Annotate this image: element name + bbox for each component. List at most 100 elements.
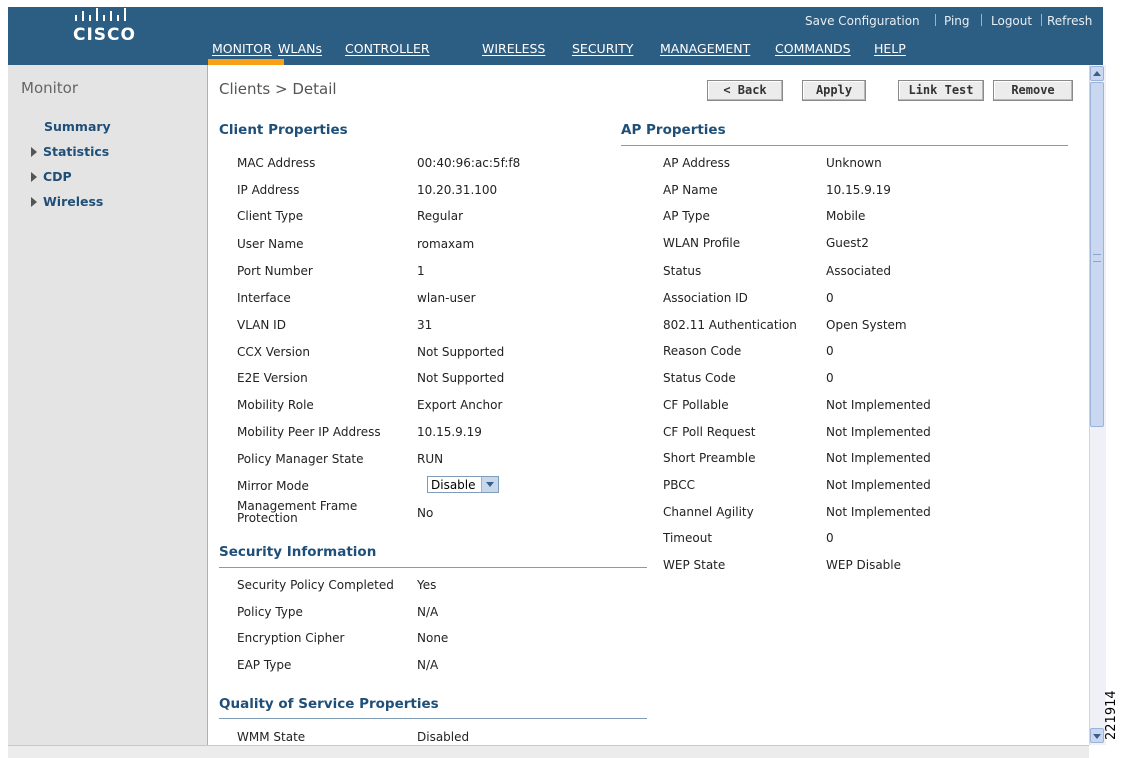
header-link-divider — [935, 14, 936, 26]
chevron-down-icon — [481, 477, 498, 492]
sidebar-item-summary[interactable]: Summary — [44, 119, 111, 134]
mirror-mode-select[interactable]: Disable — [427, 476, 499, 493]
sidebar-item-wireless[interactable]: Wireless — [31, 194, 103, 209]
figure-id: 221914 — [1104, 690, 1119, 740]
field-label: AP Address — [663, 156, 731, 170]
field-label: VLAN ID — [237, 318, 286, 332]
scroll-down-icon[interactable] — [1090, 728, 1104, 743]
field-value: Yes — [417, 578, 437, 592]
logout-link[interactable]: Logout — [991, 14, 1032, 28]
field-value: 0 — [826, 291, 834, 305]
cisco-logo: CISCO — [73, 25, 136, 45]
sidebar-item-label: CDP — [43, 169, 72, 184]
field-label: E2E Version — [237, 371, 308, 385]
field-value: wlan-user — [417, 291, 476, 305]
field-value: 10.15.9.19 — [826, 183, 891, 197]
field-value: None — [417, 631, 449, 645]
expand-arrow-icon — [31, 197, 37, 207]
header-link-divider — [981, 14, 982, 26]
active-menu-indicator — [208, 59, 284, 65]
field-value: RUN — [417, 452, 444, 466]
field-value: 0 — [826, 371, 834, 385]
link-test-button[interactable]: Link Test — [898, 80, 984, 101]
sidebar-item-statistics[interactable]: Statistics — [31, 144, 109, 159]
field-label: Client Type — [237, 209, 304, 223]
field-value: Not Implemented — [826, 425, 931, 439]
field-value: Not Implemented — [826, 398, 931, 412]
field-label: Encryption Cipher — [237, 631, 345, 645]
client-properties-heading: Client Properties — [219, 122, 348, 138]
qos-properties-heading: Quality of Service Properties — [219, 696, 439, 712]
mirror-mode-value: Disable — [431, 478, 476, 492]
browser-status-bar — [8, 745, 1089, 758]
field-label: Short Preamble — [663, 451, 756, 465]
field-value: 0 — [826, 531, 834, 545]
apply-button[interactable]: Apply — [802, 80, 866, 101]
remove-button[interactable]: Remove — [993, 80, 1073, 101]
field-value: Not Supported — [417, 345, 505, 359]
field-value: Associated — [826, 264, 892, 278]
field-label: CF Poll Request — [663, 425, 756, 439]
menu-help[interactable]: HELP — [874, 41, 906, 56]
field-value: Open System — [826, 318, 907, 332]
field-value: No — [417, 506, 434, 520]
field-label: CCX Version — [237, 345, 310, 359]
field-label: Timeout — [663, 531, 713, 545]
field-label: EAP Type — [237, 658, 292, 672]
cisco-logo-bars-icon — [75, 8, 126, 21]
menu-wlans[interactable]: WLANs — [278, 41, 322, 56]
scroll-grip-icon — [1093, 254, 1101, 262]
page-title: Clients > Detail — [219, 80, 337, 98]
field-label: CF Pollable — [663, 398, 729, 412]
ping-link[interactable]: Ping — [944, 14, 970, 28]
field-value: N/A — [417, 658, 439, 672]
field-value: Guest2 — [826, 236, 869, 250]
field-label: Channel Agility — [663, 505, 754, 519]
field-label: Status Code — [663, 371, 736, 385]
expand-arrow-icon — [31, 147, 37, 157]
ap-properties-heading: AP Properties — [621, 122, 726, 138]
menu-monitor[interactable]: MONITOR — [212, 41, 272, 56]
back-button[interactable]: < Back — [707, 80, 783, 101]
scroll-up-icon[interactable] — [1090, 66, 1104, 81]
field-label: Management Frame Protection — [237, 499, 358, 525]
section-divider — [219, 718, 647, 719]
refresh-link[interactable]: Refresh — [1047, 14, 1092, 28]
save-configuration-link[interactable]: Save Configuration — [805, 14, 920, 28]
sidebar-title: Monitor — [21, 79, 79, 97]
field-value: Disabled — [417, 730, 470, 744]
header-bar — [8, 7, 1103, 65]
section-divider — [621, 145, 1068, 146]
field-value: Export Anchor — [417, 398, 503, 412]
field-label: Status — [663, 264, 702, 278]
field-label: Security Policy Completed — [237, 578, 394, 592]
field-value: WEP Disable — [826, 558, 902, 572]
field-label: Reason Code — [663, 344, 742, 358]
field-label: 802.11 Authentication — [663, 318, 797, 332]
field-label: Mobility Peer IP Address — [237, 425, 381, 439]
menu-controller[interactable]: CONTROLLER — [345, 41, 430, 56]
sidebar-item-label: Statistics — [43, 144, 110, 159]
field-label: Mobility Role — [237, 398, 314, 412]
sidebar-item-cdp[interactable]: CDP — [31, 169, 72, 184]
expand-arrow-icon — [31, 172, 37, 182]
menu-wireless[interactable]: WIRELESS — [482, 41, 545, 56]
menu-management[interactable]: MANAGEMENT — [660, 41, 750, 56]
field-value: Not Implemented — [826, 478, 931, 492]
field-value: Not Supported — [417, 371, 505, 385]
field-label: Policy Type — [237, 605, 303, 619]
menu-security[interactable]: SECURITY — [572, 41, 633, 56]
field-label: Interface — [237, 291, 291, 305]
field-value: 31 — [417, 318, 433, 332]
section-divider — [219, 567, 647, 568]
field-label: Mirror Mode — [237, 479, 309, 493]
menu-commands[interactable]: COMMANDS — [775, 41, 851, 56]
field-value: Mobile — [826, 209, 866, 223]
field-value: romaxam — [417, 237, 475, 251]
field-label: User Name — [237, 237, 304, 251]
field-value: Unknown — [826, 156, 882, 170]
header-link-divider — [1041, 14, 1042, 26]
field-label: PBCC — [663, 478, 696, 492]
field-label: WMM State — [237, 730, 306, 744]
field-label: IP Address — [237, 183, 300, 197]
